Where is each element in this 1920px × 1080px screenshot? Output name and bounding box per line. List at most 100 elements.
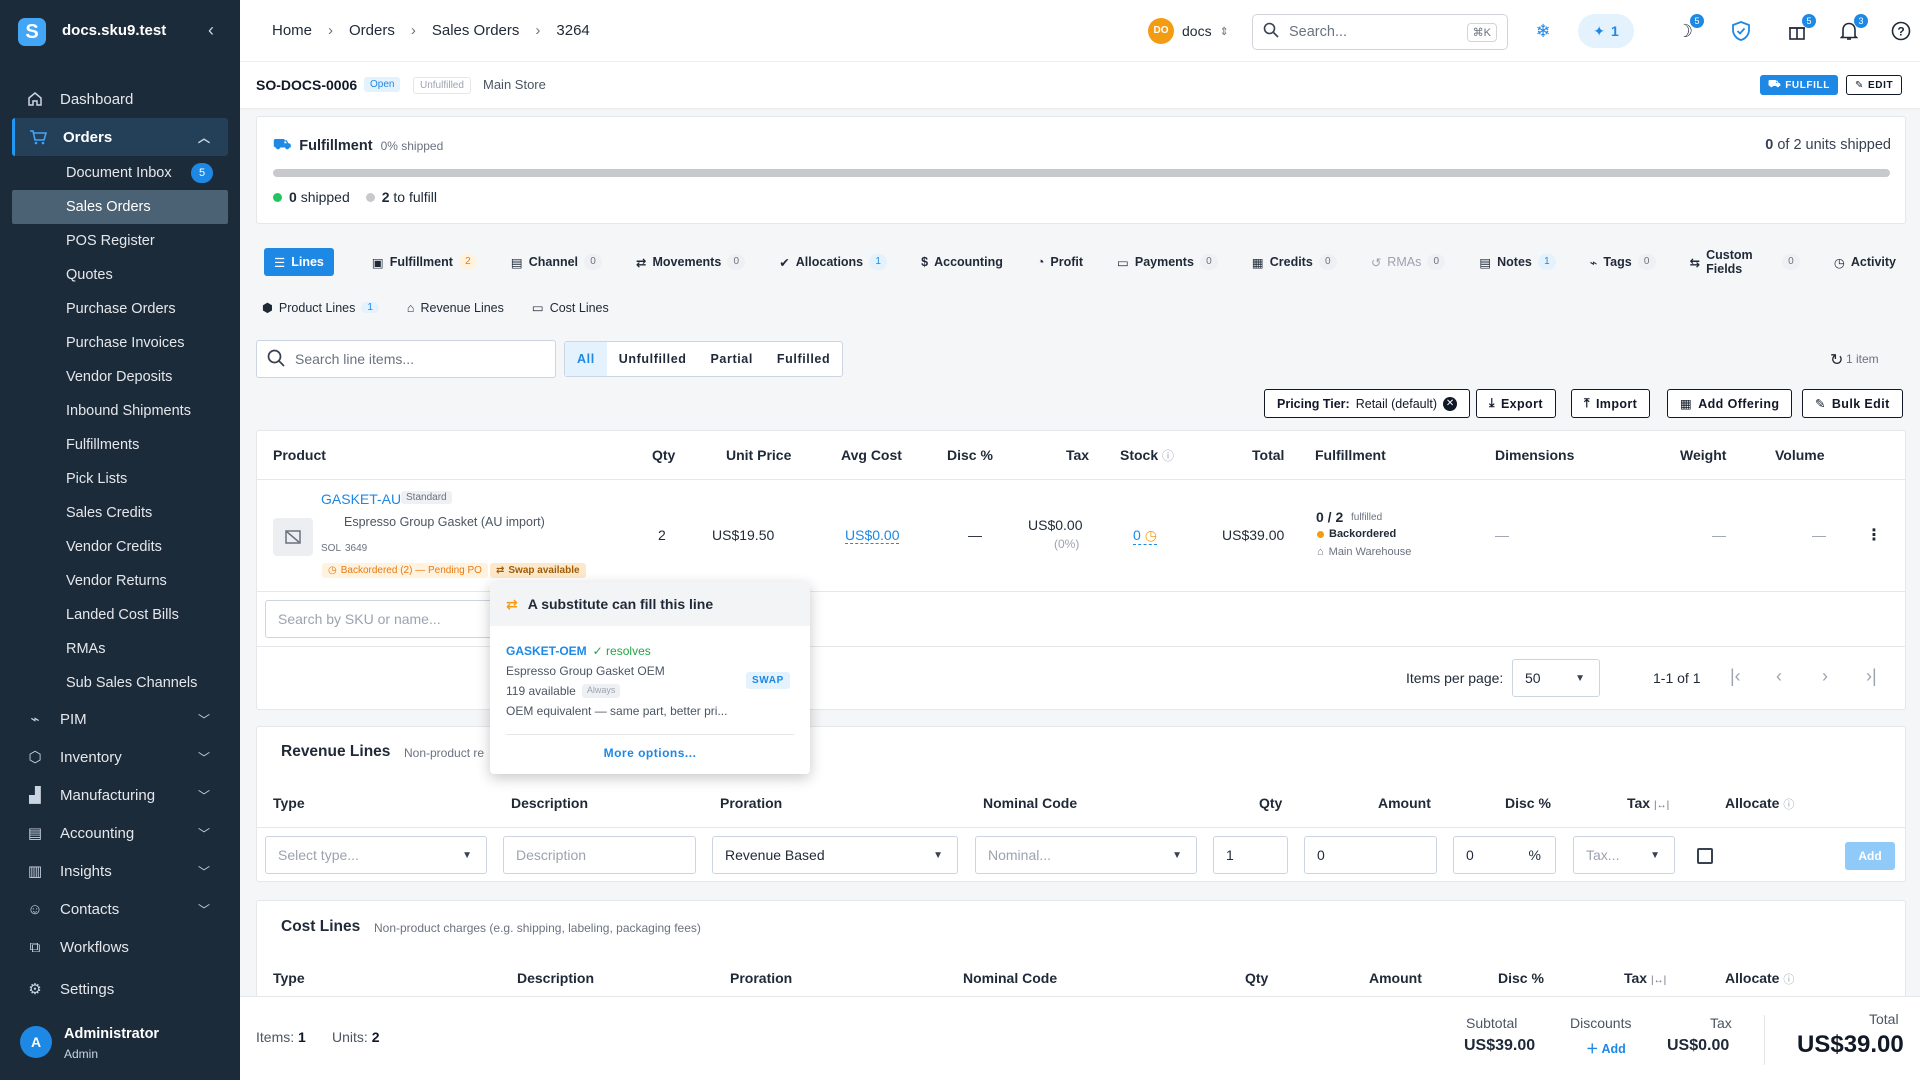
last-page-icon[interactable]: ›| bbox=[1866, 666, 1877, 687]
line-search-input[interactable]: Search line items... bbox=[256, 340, 556, 378]
gift-icon[interactable]: 5 bbox=[1786, 14, 1816, 42]
col-qty[interactable]: Qty bbox=[652, 447, 675, 463]
tab-credits[interactable]: ▦ Credits 0 bbox=[1242, 248, 1347, 276]
col-dimensions[interactable]: Dimensions bbox=[1495, 447, 1574, 463]
fulfill-button[interactable]: ⛟ FULFILL bbox=[1760, 75, 1838, 95]
add-line-search-input[interactable]: Search by SKU or name... bbox=[265, 600, 500, 638]
sidebar-item-contacts[interactable]: ☺ Contacts ﹀ bbox=[12, 890, 228, 928]
revenue-proration-select[interactable]: Revenue Based ▼ bbox=[712, 836, 958, 874]
revenue-qty-input[interactable]: 1 bbox=[1213, 836, 1288, 874]
sidebar-subitem[interactable]: Sub Sales Channels bbox=[12, 666, 228, 700]
sidebar-subitem[interactable]: Quotes bbox=[12, 258, 228, 292]
tab-accounting[interactable]: $ Accounting bbox=[911, 248, 1013, 276]
swap-available-chip[interactable]: ⇄ Swap available bbox=[490, 563, 586, 578]
revenue-tax-select[interactable]: Tax... ▼ bbox=[1573, 836, 1675, 874]
line-stock[interactable]: 0 ◷ bbox=[1133, 527, 1158, 545]
bell-icon[interactable]: 3 bbox=[1838, 14, 1868, 42]
tab-tags[interactable]: ⌁ Tags 0 bbox=[1580, 248, 1666, 276]
kebab-menu-icon[interactable]: ⋮ bbox=[1866, 525, 1882, 545]
swap-button[interactable]: SWAP bbox=[746, 672, 790, 689]
col-tax[interactable]: Tax bbox=[1066, 447, 1089, 463]
sidebar-item-workflows[interactable]: ⧉ Workflows bbox=[12, 928, 228, 966]
next-page-icon[interactable]: › bbox=[1822, 666, 1828, 687]
sidebar-subitem[interactable]: RMAs bbox=[12, 632, 228, 666]
global-search[interactable]: Search... ⌘K bbox=[1252, 14, 1508, 50]
sidebar-item-pim[interactable]: ⌁ PIM ﹀ bbox=[12, 700, 228, 738]
line-disc[interactable]: — bbox=[968, 527, 982, 543]
sidebar-item-accounting[interactable]: ▤ Accounting ﹀ bbox=[12, 814, 228, 852]
sidebar-subitem[interactable]: Sales Orders bbox=[12, 190, 228, 224]
tab-rmas[interactable]: ↺ RMAs 0 bbox=[1361, 248, 1456, 276]
breadcrumb-home[interactable]: Home bbox=[272, 22, 312, 39]
revenue-add-button[interactable]: Add bbox=[1845, 842, 1895, 870]
first-page-icon[interactable]: |‹ bbox=[1730, 666, 1741, 687]
filter-fulfilled[interactable]: Fulfilled bbox=[765, 342, 842, 376]
add-discount-button[interactable]: ＋ Add bbox=[1586, 1038, 1626, 1057]
items-per-page-select[interactable]: 50 ▼ bbox=[1512, 659, 1600, 697]
help-icon[interactable]: ? bbox=[1890, 20, 1912, 42]
tab-payments[interactable]: ▭ Payments 0 bbox=[1107, 248, 1228, 276]
filter-unfulfilled[interactable]: Unfulfilled bbox=[607, 342, 699, 376]
tab-custom-fields[interactable]: ⇆ Custom Fields 0 bbox=[1680, 248, 1810, 276]
sidebar-subitem[interactable]: Landed Cost Bills bbox=[12, 598, 228, 632]
sidebar-subitem[interactable]: Sales Credits bbox=[12, 496, 228, 530]
sidebar-item-settings[interactable]: ⚙ Settings bbox=[12, 970, 228, 1008]
col-unit-price[interactable]: Unit Price bbox=[726, 447, 791, 463]
add-offering-button[interactable]: ▦ Add Offering bbox=[1667, 389, 1793, 418]
subtab-revenue-lines[interactable]: ⌂ Revenue Lines bbox=[407, 300, 504, 315]
tab-notes[interactable]: ▤ Notes 1 bbox=[1469, 248, 1566, 276]
workspace-switcher[interactable]: DO docs ⇕ bbox=[1148, 18, 1229, 44]
app-logo[interactable]: S bbox=[18, 18, 46, 46]
snowflake-icon[interactable]: ❄ bbox=[1532, 20, 1554, 42]
export-button[interactable]: ⤓ Export bbox=[1476, 389, 1556, 418]
col-fulfillment[interactable]: Fulfillment bbox=[1315, 447, 1386, 463]
tab-lines[interactable]: ☰ Lines bbox=[264, 248, 334, 276]
sidebar-subitem[interactable]: Vendor Credits bbox=[12, 530, 228, 564]
sidebar-item-inventory[interactable]: ⬡ Inventory ﹀ bbox=[12, 738, 228, 776]
filter-all[interactable]: All bbox=[565, 342, 607, 376]
revenue-description-input[interactable]: Description bbox=[503, 836, 696, 874]
bulk-edit-button[interactable]: ✎ Bulk Edit bbox=[1802, 389, 1903, 418]
sidebar-subitem[interactable]: Vendor Deposits bbox=[12, 360, 228, 394]
sidebar-subitem[interactable]: POS Register bbox=[12, 224, 228, 258]
tab-profit[interactable]: ◔ Profit bbox=[1027, 248, 1093, 276]
sidebar-subitem[interactable]: Purchase Invoices bbox=[12, 326, 228, 360]
collapse-sidebar-icon[interactable]: ‹ bbox=[208, 20, 214, 41]
col-disc[interactable]: Disc % bbox=[947, 447, 993, 463]
col-stock[interactable]: Stock ⓘ bbox=[1120, 447, 1174, 464]
import-button[interactable]: ⤒ Import bbox=[1571, 389, 1651, 418]
pricing-tier-button[interactable]: Pricing Tier: Retail (default) ✕ bbox=[1264, 389, 1471, 418]
refresh-icon[interactable]: ↻ bbox=[1830, 350, 1843, 370]
col-weight[interactable]: Weight bbox=[1680, 447, 1726, 463]
col-volume[interactable]: Volume bbox=[1775, 447, 1825, 463]
col-avg-cost[interactable]: Avg Cost bbox=[841, 447, 902, 463]
revenue-amount-input[interactable]: 0 bbox=[1304, 836, 1437, 874]
breadcrumb-orders[interactable]: Orders bbox=[349, 22, 395, 39]
col-product[interactable]: Product bbox=[273, 447, 326, 463]
substitute-sku[interactable]: GASKET-OEM bbox=[506, 644, 587, 658]
subtab-product-lines[interactable]: ⬢ Product Lines 1 bbox=[262, 300, 379, 315]
filter-partial[interactable]: Partial bbox=[698, 342, 764, 376]
substitute-option[interactable]: GASKET-OEM ✓ resolves bbox=[506, 644, 651, 658]
moon-icon[interactable]: ☽ 5 bbox=[1674, 14, 1704, 42]
more-options-link[interactable]: More options... bbox=[490, 746, 810, 760]
line-qty[interactable]: 2 bbox=[658, 527, 666, 543]
tab-allocations[interactable]: ✔ Allocations 1 bbox=[769, 248, 897, 276]
revenue-disc-input[interactable]: 0% bbox=[1453, 836, 1556, 874]
col-total[interactable]: Total bbox=[1252, 447, 1284, 463]
tab-channel[interactable]: ▤ Channel 0 bbox=[501, 248, 612, 276]
product-sku-link[interactable]: GASKET-AU bbox=[321, 491, 401, 507]
edit-button[interactable]: ✎ EDIT bbox=[1846, 75, 1903, 95]
line-unit-price[interactable]: US$19.50 bbox=[712, 527, 774, 543]
sidebar-subitem[interactable]: Inbound Shipments bbox=[12, 394, 228, 428]
sidebar-item-dashboard[interactable]: Dashboard bbox=[12, 80, 228, 118]
sidebar-subitem[interactable]: Document Inbox 5 bbox=[12, 156, 228, 190]
revenue-type-select[interactable]: Select type... ▼ bbox=[265, 836, 487, 874]
sidebar-subitem[interactable]: Pick Lists bbox=[12, 462, 228, 496]
sidebar-item-manufacturing[interactable]: ▟ Manufacturing ﹀ bbox=[12, 776, 228, 814]
sidebar-subitem[interactable]: Vendor Returns bbox=[12, 564, 228, 598]
breadcrumb-sales-orders[interactable]: Sales Orders bbox=[432, 22, 520, 39]
tab-fulfillment[interactable]: ▣ Fulfillment 2 bbox=[362, 248, 487, 276]
line-avg-cost[interactable]: US$0.00 bbox=[845, 527, 900, 544]
allocate-checkbox[interactable] bbox=[1697, 848, 1713, 864]
